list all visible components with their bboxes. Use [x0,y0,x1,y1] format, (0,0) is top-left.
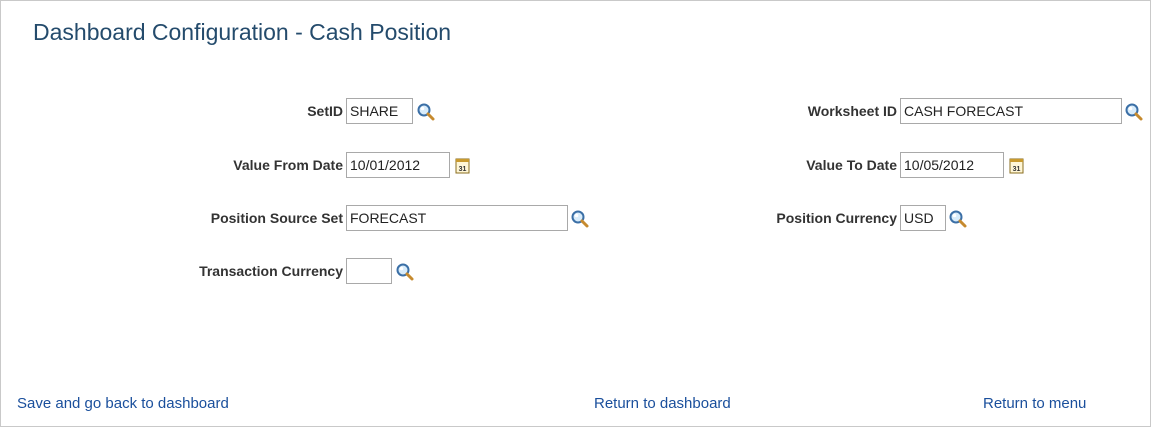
worksheet-id-field[interactable]: CASH FORECAST [900,98,1122,124]
transaction-currency-field[interactable] [346,258,392,284]
transaction-currency-label: Transaction Currency [199,263,343,279]
position-source-set-field[interactable]: FORECAST [346,205,568,231]
calendar-icon-text: 31 [459,166,467,173]
value-from-date-label: Value From Date [233,157,343,173]
position-source-set-lookup-magnifier-icon[interactable] [570,209,590,229]
position-currency-lookup-magnifier-icon[interactable] [948,209,968,229]
value-from-date-calendar-icon[interactable]: 31 [454,156,472,176]
value-to-date-label: Value To Date [806,157,897,173]
position-source-set-label: Position Source Set [210,210,343,226]
worksheet-id-lookup-magnifier-icon[interactable] [1124,102,1144,122]
return-to-dashboard-link[interactable]: Return to dashboard [594,395,731,412]
return-to-menu-link[interactable]: Return to menu [983,395,1086,412]
setid-label: SetID [307,103,343,119]
value-to-date-field[interactable]: 10/05/2012 [900,152,1004,178]
calendar-icon-text: 31 [1013,166,1021,173]
setid-lookup-magnifier-icon[interactable] [416,102,436,122]
position-currency-field[interactable]: USD [900,205,946,231]
worksheet-id-label: Worksheet ID [807,103,897,119]
save-and-go-back-link[interactable]: Save and go back to dashboard [17,395,229,412]
position-currency-label: Position Currency [776,210,897,226]
value-from-date-field[interactable]: 10/01/2012 [346,152,450,178]
value-to-date-calendar-icon[interactable]: 31 [1008,156,1026,176]
setid-field[interactable]: SHARE [346,98,413,124]
page-title: Dashboard Configuration - Cash Position [33,19,452,45]
transaction-currency-lookup-magnifier-icon[interactable] [395,262,415,282]
